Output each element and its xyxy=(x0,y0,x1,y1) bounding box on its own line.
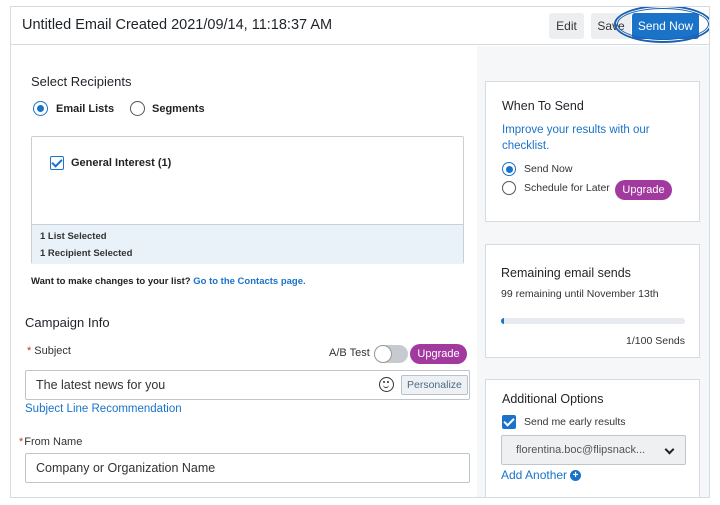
ab-test-upgrade-button[interactable]: Upgrade xyxy=(410,344,467,364)
recipient-selected-text: 1 Recipient Selected xyxy=(40,248,133,259)
selection-summary: 1 List Selected 1 Recipient Selected xyxy=(32,224,463,264)
select-recipients-title: Select Recipients xyxy=(31,74,132,89)
improve-results-link[interactable]: Improve your results with our checklist. xyxy=(502,122,682,154)
subject-line-recommendation-link[interactable]: Subject Line Recommendation xyxy=(25,403,182,415)
plus-circle-icon: + xyxy=(570,470,582,481)
page-title: Untitled Email Created 2021/09/14, 11:18… xyxy=(22,17,333,33)
segments-label: Segments xyxy=(152,103,205,115)
general-interest-label: General Interest (1) xyxy=(71,157,172,169)
general-interest-checkbox[interactable] xyxy=(50,156,64,170)
app-window: Untitled Email Created 2021/09/14, 11:18… xyxy=(10,6,710,498)
email-select[interactable]: florentina.boc@flipsnack... xyxy=(501,435,686,465)
email-list-box: General Interest (1) 1 List Selected 1 R… xyxy=(31,136,464,264)
schedule-upgrade-button[interactable]: Upgrade xyxy=(615,180,672,200)
contacts-prompt: Want to make changes to your list? xyxy=(31,276,191,287)
remaining-sends-card: Remaining email sends 99 remaining until… xyxy=(485,244,700,358)
schedule-later-radio[interactable] xyxy=(502,181,516,195)
sends-progress-fill xyxy=(501,318,504,324)
smiley-icon[interactable] xyxy=(379,377,394,392)
main-area: Select Recipients Email Lists Segments G… xyxy=(11,46,709,497)
remaining-sends-subtitle: 99 remaining until November 13th xyxy=(501,288,659,300)
list-selected-text: 1 List Selected xyxy=(40,231,107,242)
email-lists-label: Email Lists xyxy=(56,103,115,115)
early-results-checkbox[interactable] xyxy=(502,415,516,429)
from-name-label: *From Name xyxy=(19,436,83,448)
remaining-sends-title: Remaining email sends xyxy=(501,266,631,280)
ab-test-toggle[interactable] xyxy=(374,345,408,363)
additional-options-card: Additional Options Send me early results… xyxy=(485,379,700,497)
add-another-link[interactable]: Add Another + xyxy=(501,468,582,482)
when-to-send-card: When To Send Improve your results with o… xyxy=(485,81,700,222)
segments-radio[interactable] xyxy=(130,101,145,116)
email-lists-radio[interactable] xyxy=(33,101,48,116)
save-button[interactable]: Save xyxy=(591,13,631,39)
ab-test-label: A/B Test xyxy=(329,347,370,359)
top-bar: Untitled Email Created 2021/09/14, 11:18… xyxy=(11,7,709,45)
contacts-note: Want to make changes to your list? Go to… xyxy=(31,276,306,287)
when-to-send-title: When To Send xyxy=(502,99,584,113)
contacts-page-link[interactable]: Go to the Contacts page. xyxy=(193,276,305,287)
schedule-later-option-label: Schedule for Later xyxy=(524,182,610,194)
left-panel: Select Recipients Email Lists Segments G… xyxy=(11,46,477,497)
email-select-value: florentina.boc@flipsnack... xyxy=(516,444,646,456)
send-now-button[interactable]: Send Now xyxy=(632,13,699,39)
from-name-input[interactable]: Company or Organization Name xyxy=(25,453,470,483)
subject-label: * Subject xyxy=(27,345,71,357)
campaign-info-title: Campaign Info xyxy=(25,315,110,330)
sends-progress-bar xyxy=(501,318,685,324)
sends-count-label: 1/100 Sends xyxy=(626,335,685,347)
personalize-button[interactable]: Personalize xyxy=(401,375,468,395)
send-now-option-label: Send Now xyxy=(524,163,573,175)
chevron-down-icon xyxy=(664,444,675,455)
early-results-label: Send me early results xyxy=(524,416,626,428)
edit-button[interactable]: Edit xyxy=(549,13,584,39)
add-another-label: Add Another xyxy=(501,468,568,482)
additional-options-title: Additional Options xyxy=(502,392,604,406)
send-now-radio[interactable] xyxy=(502,162,516,176)
